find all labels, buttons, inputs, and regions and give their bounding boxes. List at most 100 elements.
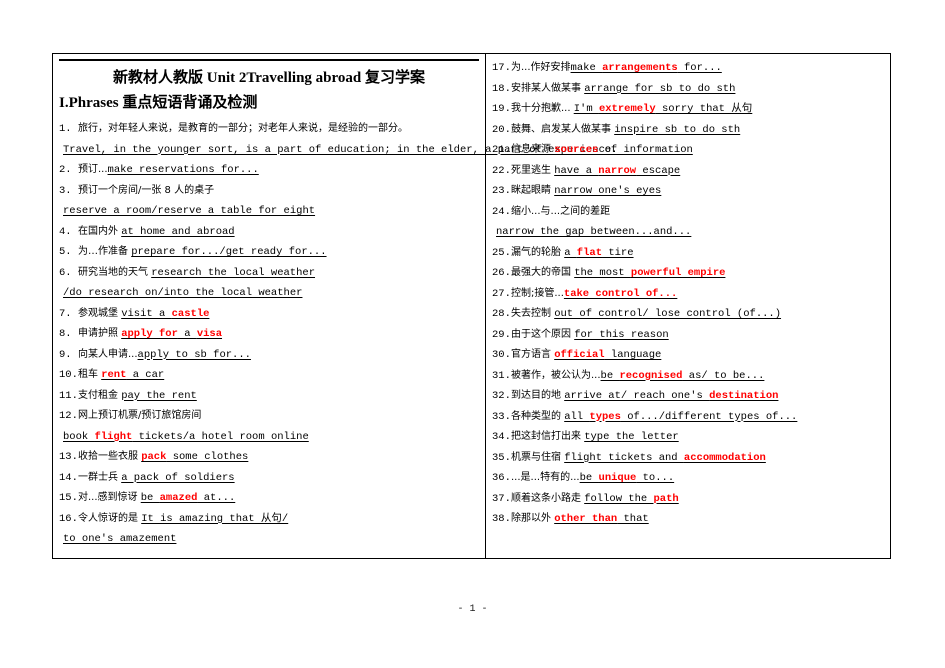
- phrase-chinese: 除那以外: [511, 513, 555, 524]
- phrase-keyword-highlight: path: [653, 492, 679, 505]
- phrase-keyword-highlight: recognised: [619, 369, 683, 382]
- phrase-english: a flat tire: [564, 247, 633, 259]
- phrase-english: make arrangements for...: [571, 62, 722, 74]
- phrase-keyword-highlight: official: [554, 349, 605, 361]
- phrase-english-plain: a pack of soldiers: [121, 471, 235, 484]
- phrase-number: 36.: [492, 472, 511, 484]
- phrase-line: 7. 参观城堡 visit a castle: [59, 304, 479, 325]
- phrase-number: 35.: [492, 451, 511, 464]
- phrase-line: 27. 控制;接管...take control of...: [492, 284, 884, 305]
- phrase-english: narrow one's eyes: [554, 185, 661, 197]
- phrase-line: 38. 除那以外 other than that: [492, 509, 884, 530]
- phrase-number: 29.: [492, 328, 511, 341]
- phrase-line: 32. 到达目的地 arrive at/ reach one's destina…: [492, 386, 884, 407]
- phrases-table: 新教材人教版 Unit 2Travelling abroad 复习学案 I.Ph…: [52, 53, 891, 559]
- phrase-chinese: 网上预订机票/预订旅馆房间: [78, 410, 202, 421]
- phrase-chinese: ...是...特有的...: [511, 472, 580, 483]
- phrase-line: /do research on/into the local weather: [59, 283, 479, 304]
- phrase-chinese: 参观城堡: [78, 307, 122, 319]
- phrase-keyword-highlight: flight: [94, 430, 133, 443]
- phrase-number: 6.: [59, 266, 72, 279]
- phrase-english-tail: at...: [197, 492, 236, 504]
- phrase-english: make reservations for...: [108, 164, 259, 176]
- phrase-line: 35. 机票与住宿 flight tickets and accommodati…: [492, 448, 884, 469]
- phrase-english-tail: tickets/a hotel room online: [132, 430, 309, 443]
- phrase-line: book flight tickets/a hotel room online: [59, 427, 479, 448]
- phrase-number: 2.: [59, 164, 72, 176]
- phrase-keyword-highlight: amazed: [159, 492, 198, 504]
- phrase-keyword-highlight: types: [589, 410, 621, 423]
- phrase-number: 8.: [59, 328, 72, 340]
- phrase-number: 24.: [492, 205, 511, 218]
- phrase-number: 28.: [492, 308, 511, 320]
- phrase-line: 19. 我十分抱歉... I'm extremely sorry that 从句: [492, 99, 884, 120]
- phrase-keyword-highlight: destination: [709, 390, 779, 402]
- phrase-chinese: 支付租金: [78, 389, 122, 401]
- phrase-english: arrive at/ reach one's destination: [564, 390, 778, 402]
- phrase-number: 14.: [59, 471, 78, 484]
- phrase-line: 5. 为…作准备 prepare for.../get ready for...: [59, 242, 479, 263]
- phrase-line: 11. 支付租金 pay the rent: [59, 386, 479, 407]
- phrase-chinese: 研究当地的天气: [78, 266, 152, 278]
- left-phrase-list: 1. 旅行，对年轻人来说，是教育的一部分；对老年人来说，是经验的一部分。 Trav…: [59, 119, 618, 550]
- phrase-number: 16.: [59, 512, 78, 525]
- phrase-english: rent a car: [101, 369, 164, 381]
- phrase-line: narrow the gap between...and...: [492, 222, 884, 243]
- phrase-english: other than that: [554, 513, 649, 525]
- phrase-line: 29. 由于这个原因 for this reason: [492, 325, 884, 346]
- phrase-line: 13. 收拾一些衣服 pack some clothes: [59, 447, 479, 468]
- phrase-english-plain: flight tickets and: [564, 451, 684, 464]
- phrase-chinese: 预订一个房间/一张 8 人的桌子: [78, 184, 215, 196]
- phrase-line: 21. 信息来源 sources of information: [492, 140, 884, 161]
- phrase-english-plain: make: [570, 62, 603, 74]
- phrase-line: 14. 一群士兵 a pack of soldiers: [59, 468, 479, 489]
- phrase-keyword-highlight: flat: [576, 246, 603, 259]
- phrase-line: 33. 各种类型的 all types of.../different type…: [492, 407, 884, 428]
- phrase-english: arrange for sb to do sth: [584, 83, 735, 95]
- phrase-line: 28. 失去控制 out of control/ lose control (o…: [492, 304, 884, 325]
- phrase-line: 31. 被著作，被公认为...be recognised as/ to be..…: [492, 366, 884, 387]
- phrase-line: reserve a room/reserve a table for eight: [59, 201, 479, 222]
- phrase-english-plain: a: [564, 246, 577, 259]
- phrase-chinese: 最强大的帝国: [511, 267, 575, 278]
- phrase-keyword-highlight: extremely: [598, 103, 656, 115]
- phrase-english-tail: a: [177, 328, 197, 340]
- phrase-english-tail: sorry that 从句: [655, 103, 753, 115]
- phrase-english: official language: [554, 349, 661, 361]
- phrase-line: to one's amazement: [59, 529, 479, 550]
- phrase-line: 4. 在国内外 at home and abroad: [59, 222, 479, 243]
- phrase-english-plain: all: [564, 410, 590, 423]
- phrase-english-plain: the most: [574, 267, 631, 279]
- phrase-english: the most powerful empire: [574, 267, 725, 279]
- phrase-line: 3. 预订一个房间/一张 8 人的桌子: [59, 181, 479, 202]
- phrase-english-tail: as/ to be...: [682, 369, 765, 382]
- phrase-chinese: 安排某人做某事: [511, 82, 585, 94]
- phrase-number: 37.: [492, 492, 511, 505]
- phrase-number: 9.: [59, 348, 72, 361]
- phrase-line: 18. 安排某人做某事 arrange for sb to do sth: [492, 79, 884, 100]
- phrase-english: be unique to...: [580, 472, 675, 484]
- phrase-english: for this reason: [574, 329, 669, 341]
- phrase-number: 7.: [59, 307, 72, 320]
- phrase-english: pay the rent: [121, 390, 197, 402]
- phrase-english-plain: It is amazing that 从句/: [141, 512, 289, 525]
- phrase-keyword-highlight: narrow: [598, 164, 637, 177]
- phrase-english-plain: pay the rent: [121, 389, 197, 402]
- phrase-number: 23.: [492, 185, 511, 197]
- phrase-chinese: 顺着这条小路走: [511, 492, 585, 504]
- phrase-english: I'm extremely sorry that 从句: [574, 103, 753, 115]
- phrase-number: 22.: [492, 164, 511, 177]
- right-column-cell: 17. 为...作好安排make arrangements for... 18. …: [485, 53, 891, 559]
- phrase-line: 16. 令人惊讶的是 It is amazing that 从句/: [59, 509, 479, 530]
- phrase-keyword-highlight: sources: [554, 144, 599, 156]
- phrase-chinese: 各种类型的: [511, 410, 565, 422]
- phrase-english: prepare for.../get ready for...: [131, 246, 326, 258]
- phrase-english-plain: /do research on/into the local weather: [63, 287, 303, 299]
- phrase-number: 10.: [59, 369, 78, 381]
- phrase-english: all types of.../different types of...: [564, 411, 797, 423]
- phrase-english: type the letter: [584, 431, 679, 443]
- phrase-number: 1.: [59, 123, 72, 135]
- phrase-number: 4.: [59, 225, 72, 238]
- phrase-number: 12.: [59, 410, 78, 422]
- phrase-english: inspire sb to do sth: [614, 124, 740, 136]
